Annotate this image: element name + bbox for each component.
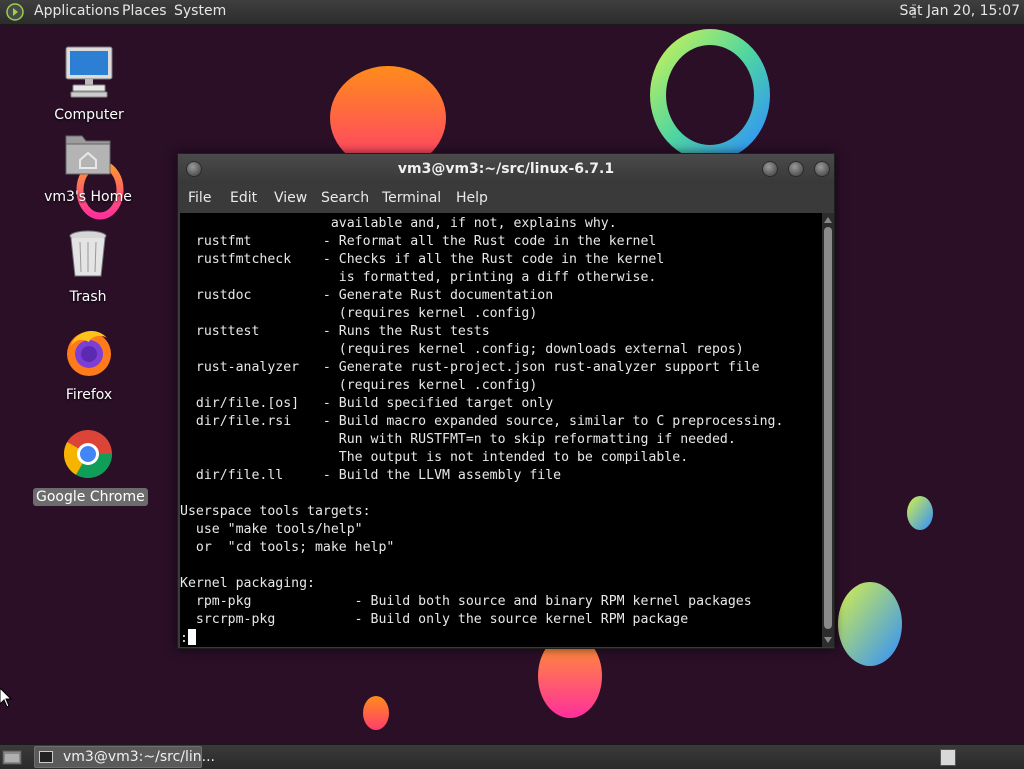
window-title: vm3@vm3:~/src/linux-6.7.1	[397, 161, 615, 177]
desktop-icon-home[interactable]: vm3's Home	[33, 126, 143, 206]
terminal-line: dir/file.ll - Build the LLVM assembly fi…	[180, 468, 562, 483]
terminal-line: (requires kernel .config)	[180, 306, 538, 321]
desktop-icon-trash[interactable]: Trash	[33, 226, 143, 306]
desktop-icon-label: Trash	[69, 289, 107, 305]
terminal-text: available and, if not, explains why. rus…	[180, 213, 822, 647]
desktop-icon-label: Computer	[54, 107, 124, 123]
terminal-line: dir/file.[os] - Build specified target o…	[180, 396, 554, 411]
mouse-pointer-icon	[0, 688, 12, 708]
menu-terminal[interactable]: Terminal	[382, 190, 441, 206]
show-desktop-icon[interactable]	[2, 748, 22, 766]
menu-edit[interactable]: Edit	[230, 190, 257, 206]
desktop-icon-firefox[interactable]: Firefox	[34, 324, 144, 404]
terminal-line: rpm-pkg - Build both source and binary R…	[180, 594, 752, 609]
menu-view[interactable]: View	[274, 190, 307, 206]
places-menu[interactable]: Places	[122, 3, 167, 19]
terminal-line: rusttest - Runs the Rust tests	[180, 324, 490, 339]
menu-search[interactable]: Search	[321, 190, 369, 206]
terminal-line: rust-analyzer - Generate rust-project.js…	[180, 360, 760, 375]
terminal-window[interactable]: vm3@vm3:~/src/linux-6.7.1 File Edit View…	[177, 153, 835, 649]
computer-icon	[65, 46, 113, 98]
terminal-prompt[interactable]: :	[180, 629, 822, 647]
firefox-icon	[67, 331, 111, 376]
prompt-text: :	[180, 631, 188, 646]
menu-file[interactable]: File	[188, 190, 211, 206]
trash-icon	[69, 230, 107, 277]
text-cursor	[187, 629, 196, 645]
taskbar-label: vm3@vm3:~/src/lin...	[63, 749, 215, 765]
distro-logo-icon[interactable]	[6, 3, 24, 21]
clock[interactable]: Sat Jan 20, 15:07	[900, 3, 1021, 19]
system-menu[interactable]: System	[174, 3, 226, 19]
terminal-line: srcrpm-pkg - Build only the source kerne…	[180, 612, 689, 627]
terminal-line: use "make tools/help"	[180, 522, 363, 537]
terminal-icon	[39, 751, 53, 763]
terminal-line: The output is not intended to be compila…	[180, 450, 689, 465]
terminal-output[interactable]: available and, if not, explains why. rus…	[180, 213, 822, 647]
scroll-thumb[interactable]	[824, 227, 832, 629]
home-folder-icon	[65, 135, 111, 175]
window-titlebar[interactable]: vm3@vm3:~/src/linux-6.7.1	[178, 154, 834, 184]
menu-help[interactable]: Help	[456, 190, 488, 206]
workspace-switcher[interactable]	[940, 749, 956, 766]
terminal-line: rustdoc - Generate Rust documentation	[180, 288, 554, 303]
close-button[interactable]	[814, 161, 830, 177]
desktop-icon-label: Google Chrome	[33, 488, 148, 506]
desktop-icon-computer[interactable]: Computer	[34, 44, 144, 124]
terminal-line: Kernel packaging:	[180, 576, 315, 591]
terminal-line: rustfmt - Reformat all the Rust code in …	[180, 234, 657, 249]
desktop-icon-label: Firefox	[65, 387, 113, 403]
terminal-line: (requires kernel .config)	[180, 378, 538, 393]
terminal-line: is formatted, printing a diff otherwise.	[180, 270, 657, 285]
terminal-line: (requires kernel .config; downloads exte…	[180, 342, 744, 357]
top-panel: Applications Places System Sat Jan 20, 1…	[0, 0, 1024, 25]
terminal-line: Run with RUSTFMT=n to skip reformatting …	[180, 432, 736, 447]
desktop-icon-label: vm3's Home	[44, 189, 132, 205]
scroll-down-arrow-icon[interactable]	[824, 637, 832, 643]
desktop-icon-chrome[interactable]: Google Chrome	[33, 426, 148, 506]
chrome-icon	[63, 430, 112, 479]
terminal-line: Userspace tools targets:	[180, 504, 371, 519]
terminal-menubar: File Edit View Search Terminal Help	[178, 184, 834, 213]
maximize-button[interactable]	[788, 161, 804, 177]
terminal-line: dir/file.rsi - Build macro expanded sour…	[180, 414, 784, 429]
applications-menu[interactable]: Applications	[34, 3, 120, 19]
terminal-scrollbar[interactable]	[822, 213, 834, 647]
minimize-button[interactable]	[762, 161, 778, 177]
window-menu-button[interactable]	[186, 161, 202, 177]
terminal-line: available and, if not, explains why.	[180, 216, 617, 231]
terminal-line: rustfmtcheck - Checks if all the Rust co…	[180, 252, 665, 267]
scroll-up-arrow-icon[interactable]	[824, 217, 832, 223]
terminal-line: or "cd tools; make help"	[180, 540, 395, 555]
taskbar-terminal-button[interactable]: vm3@vm3:~/src/lin...	[34, 746, 215, 768]
bottom-panel: vm3@vm3:~/src/lin...	[0, 744, 1024, 769]
